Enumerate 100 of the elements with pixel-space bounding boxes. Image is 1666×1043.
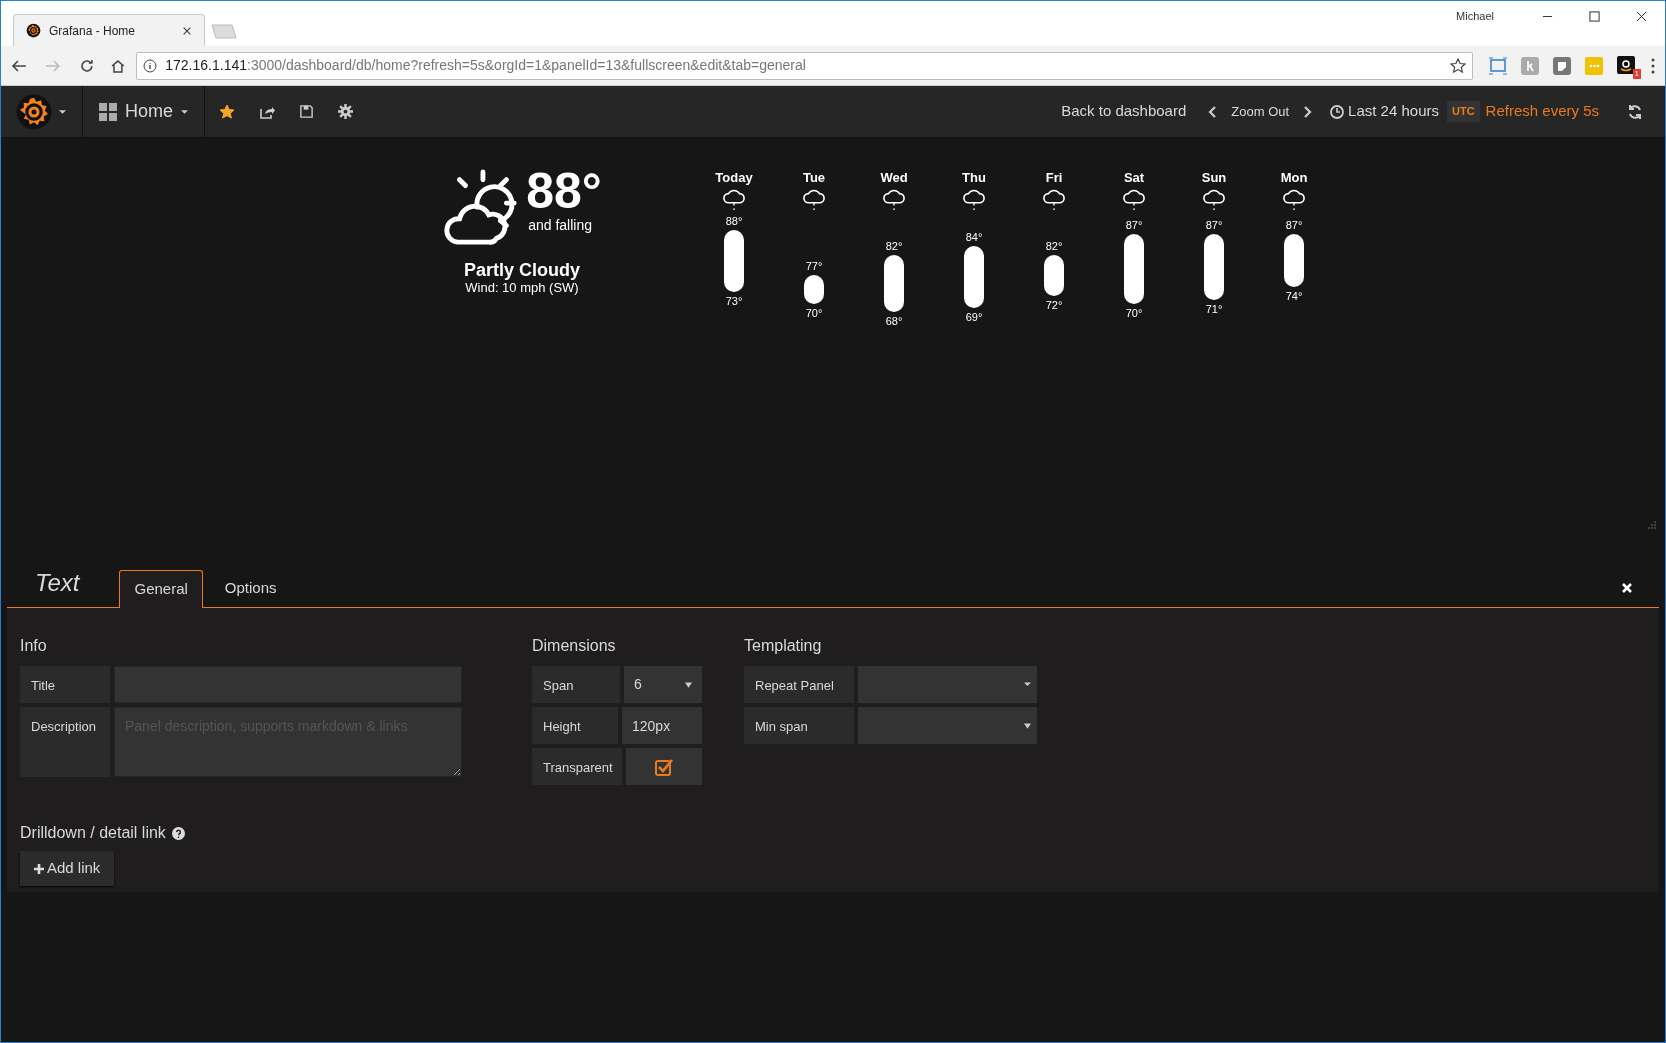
- settings-icon[interactable]: [338, 104, 353, 119]
- refresh-icon[interactable]: [1627, 103, 1643, 120]
- time-range-picker[interactable]: Last 24 hours: [1330, 100, 1439, 123]
- temperature-range-bar: [1124, 234, 1144, 304]
- tab-title: Grafana - Home: [49, 22, 137, 40]
- field-label: Min span: [744, 707, 854, 744]
- low-temperature: 68°: [885, 314, 903, 328]
- dashboard-picker[interactable]: Home: [83, 86, 205, 137]
- help-icon[interactable]: [171, 826, 185, 840]
- zoom-out-button[interactable]: Zoom Out: [1231, 101, 1290, 122]
- temperature-range-bar: [1044, 254, 1064, 296]
- plus-icon: [34, 863, 44, 874]
- high-temperature: 82°: [1045, 238, 1063, 253]
- home-icon[interactable]: [110, 57, 127, 74]
- high-temperature: 84°: [965, 230, 983, 245]
- forecast-day: Tue: [802, 170, 826, 186]
- high-temperature: 87°: [1205, 218, 1223, 233]
- close-icon[interactable]: [182, 25, 192, 36]
- cloud-icon: [723, 188, 745, 212]
- browser-tab[interactable]: Grafana - Home: [13, 14, 205, 46]
- forecast-day: Today: [715, 170, 753, 186]
- panel-type-title: Text: [34, 567, 81, 598]
- caret-icon: [685, 681, 692, 688]
- editor-tab[interactable]: Options: [210, 569, 291, 607]
- temperature-range-bar: [884, 254, 904, 312]
- resize-handle-icon[interactable]: [1647, 520, 1657, 530]
- field-label: Description: [20, 707, 110, 777]
- transparent-checkbox[interactable]: [654, 757, 674, 776]
- add-link-button[interactable]: Add link: [20, 851, 115, 886]
- section-heading: Dimensions: [532, 636, 617, 656]
- url-text: 172.16.1.141:3000/dashboard/db/home?refresh=5s&orgId=1&panelId=13&fullscreen&edit&tab=general: [165, 56, 807, 75]
- address-bar[interactable]: 172.16.1.141:3000/dashboard/db/home?refresh=5s&orgId=1&panelId=13&fullscreen&edit&tab=general: [136, 51, 1473, 80]
- cloud-icon: [963, 188, 985, 212]
- temperature-range-bar: [804, 275, 824, 304]
- low-temperature: 71°: [1205, 301, 1223, 316]
- cloud-icon: [1123, 188, 1145, 212]
- field-label: Span: [532, 666, 620, 703]
- caret-icon[interactable]: [59, 109, 66, 114]
- low-temperature: 70°: [805, 305, 823, 320]
- section-heading: Drilldown / detail link: [20, 823, 166, 843]
- notification-badge: 1: [1632, 68, 1641, 79]
- cloud-icon: [1203, 188, 1225, 212]
- cloud-icon: [803, 188, 825, 212]
- screenshot-extension-icon[interactable]: [1489, 56, 1507, 75]
- low-temperature: 70°: [1125, 305, 1143, 320]
- high-temperature: 77°: [805, 259, 823, 274]
- current-temperature: 88°: [526, 166, 602, 216]
- temperature-range-bar: [1284, 234, 1304, 288]
- editor-tab[interactable]: General: [119, 570, 203, 608]
- dashboard-grid-icon: [99, 102, 117, 121]
- forecast-day: Mon: [1280, 170, 1308, 186]
- temperature-range-bar: [964, 246, 984, 308]
- menu-icon[interactable]: [1651, 57, 1655, 74]
- timezone-badge: UTC: [1447, 101, 1480, 122]
- section-heading: Templating: [744, 636, 823, 656]
- caret-icon: [181, 109, 188, 114]
- clock-icon: [1330, 104, 1345, 119]
- save-icon[interactable]: [299, 104, 314, 119]
- high-temperature: 87°: [1285, 218, 1303, 233]
- star-icon[interactable]: [219, 103, 235, 120]
- span-select[interactable]: 6: [623, 666, 702, 703]
- low-temperature: 74°: [1285, 289, 1303, 304]
- height-input[interactable]: 120px: [622, 707, 702, 744]
- temperature-trend: and falling: [527, 216, 593, 234]
- bookmark-star-icon[interactable]: [1450, 57, 1466, 74]
- forecast-day: Fri: [1045, 170, 1063, 186]
- wind-text: Wind: 10 mph (SW): [465, 280, 579, 296]
- forecast-day: Sun: [1201, 170, 1227, 186]
- field-label: Height: [532, 707, 618, 744]
- cloud-icon: [1043, 188, 1065, 212]
- field-label: Transparent: [532, 748, 622, 785]
- caret-icon: [1024, 722, 1031, 729]
- temperature-range-bar: [724, 230, 744, 292]
- high-temperature: 87°: [1125, 218, 1143, 233]
- forecast-day: Sat: [1123, 170, 1145, 186]
- caret-icon: [1024, 681, 1031, 688]
- field-label: Repeat Panel: [744, 666, 854, 703]
- maximize-icon[interactable]: [1589, 10, 1600, 22]
- low-temperature: 72°: [1045, 297, 1063, 312]
- chevron-right-icon[interactable]: [1303, 105, 1313, 118]
- grafana-logo-icon: [26, 23, 41, 38]
- refresh-interval-button[interactable]: Refresh every 5s: [1485, 100, 1599, 123]
- grafana-logo-icon[interactable]: [15, 92, 53, 131]
- low-temperature: 73°: [725, 293, 743, 308]
- temperature-range-bar: [1204, 234, 1224, 300]
- cloud-icon: [883, 188, 905, 212]
- forecast-day: Thu: [962, 170, 986, 186]
- back-to-dashboard-link[interactable]: Back to dashboard: [1061, 100, 1187, 123]
- section-heading: Info: [20, 636, 48, 656]
- chevron-left-icon[interactable]: [1208, 105, 1218, 118]
- extension-icon[interactable]: [1553, 56, 1571, 75]
- high-temperature: 82°: [885, 238, 903, 253]
- field-label: Title: [20, 666, 110, 703]
- reload-icon[interactable]: [78, 57, 95, 74]
- forecast-day: Wed: [880, 170, 908, 186]
- close-icon[interactable]: [1636, 10, 1647, 22]
- low-temperature: 69°: [965, 309, 983, 324]
- weather-condition: Partly Cloudy: [464, 260, 580, 280]
- user-name: Michael: [1456, 8, 1494, 24]
- info-icon[interactable]: [143, 58, 158, 73]
